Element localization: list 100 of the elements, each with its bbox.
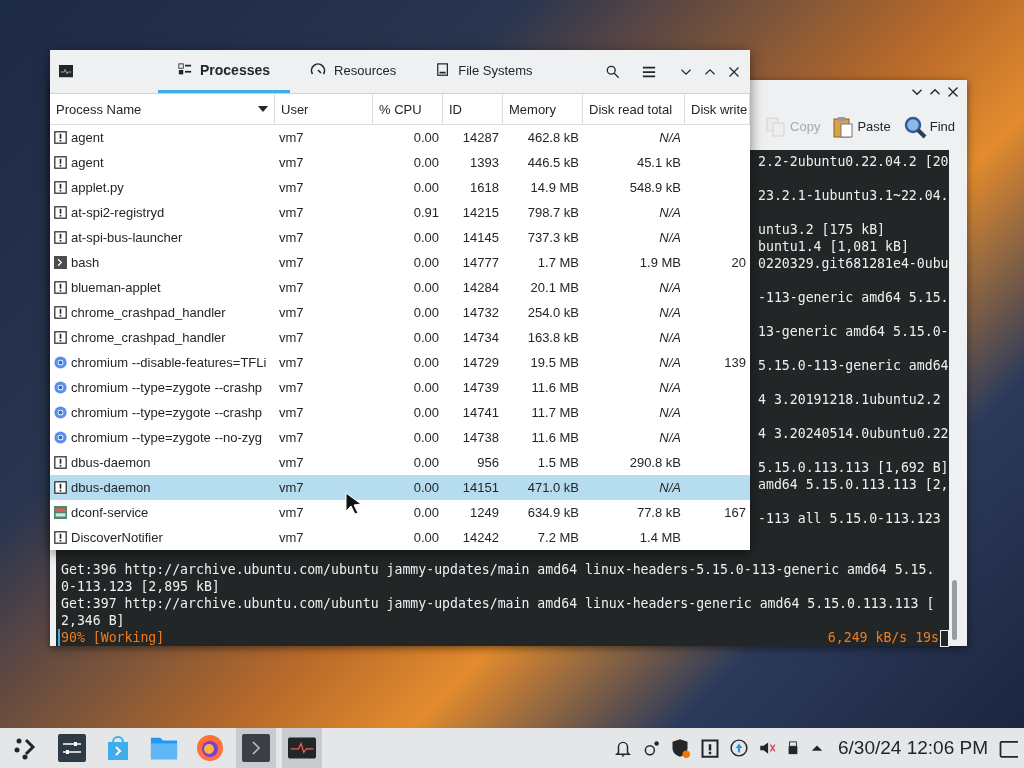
table-cell: 0.91 (413, 205, 439, 220)
table-cell: vm7 (279, 330, 304, 345)
menu-button[interactable] (642, 64, 656, 79)
tab[interactable]: Resources (290, 50, 417, 93)
close-icon (947, 85, 959, 98)
taskbar-app[interactable] (282, 728, 322, 768)
table-cell: 0.00 (413, 530, 439, 545)
progress-status: 90% [Working] (58, 629, 165, 646)
process-name[interactable]: blueman-applet (71, 280, 161, 295)
table-cell: 446.5 kB (527, 155, 579, 170)
process-name[interactable]: chrome_crashpad_handler (71, 305, 226, 320)
process-name[interactable]: dconf-service (71, 505, 149, 520)
close-icon (728, 65, 740, 78)
table-cell: 0.00 (413, 330, 439, 345)
table-cell: vm7 (279, 505, 304, 520)
process-name[interactable]: DiscoverNotifier (71, 530, 163, 545)
sort-arrow-icon (258, 105, 268, 113)
terminal-line: 0220329.git681281e4-0ubu (758, 255, 949, 272)
table-cell: 471.0 kB (527, 480, 579, 495)
table-cell: 254.0 kB (527, 305, 579, 320)
table-cell: vm7 (279, 380, 304, 395)
app-icon (58, 64, 74, 79)
toolbar-button[interactable]: Find (900, 112, 957, 141)
process-name[interactable]: agent (71, 155, 104, 170)
column-header[interactable]: Disk write (685, 94, 750, 125)
column-header[interactable]: Process Name (50, 94, 275, 125)
selected-row[interactable]: dbus-daemon vm7 0.00 14151 471.0 kB N/A (50, 475, 750, 500)
table-cell: vm7 (279, 155, 304, 170)
usb-drive-icon (786, 739, 800, 757)
table-cell: N/A (659, 230, 681, 245)
terminal-line: 5.15.0-113-generic amd64 (758, 357, 949, 374)
table-cell: vm7 (279, 255, 304, 270)
process-name[interactable]: dbus-daemon (71, 455, 151, 470)
table-cell: N/A (659, 130, 681, 145)
table-cell: 462.8 kB (527, 130, 579, 145)
terminal-line: 13-generic amd64 5.15.0- (758, 323, 949, 340)
close-button[interactable] (947, 85, 959, 98)
table-cell: 0.00 (413, 180, 439, 195)
table-cell: N/A (659, 205, 681, 220)
column-header[interactable]: Memory (503, 94, 583, 125)
process-name[interactable]: chrome_crashpad_handler (71, 330, 226, 345)
column-header[interactable]: % CPU (373, 94, 443, 125)
search-button[interactable] (606, 64, 620, 79)
toolbar-button[interactable]: Paste (830, 113, 893, 140)
search-icon (606, 64, 620, 79)
table-cell: 14287 (462, 130, 499, 145)
terminal-line: buntu1.4 [1,081 kB] (758, 238, 910, 255)
warning-icon (54, 156, 67, 169)
terminal-line: 2.2-2ubuntu0.22.04.2 [20 (758, 153, 949, 170)
table-cell: 14242 (462, 530, 499, 545)
browser-icon (196, 734, 224, 762)
terminal-line: Get:396 http://archive.ubuntu.com/ubuntu jammy-updates/main amd64 linux-headers-5.15.0-113-generic amd64 5.15. (61, 561, 936, 578)
process-name[interactable]: agent (71, 130, 104, 145)
table-cell: 0.00 (413, 455, 439, 470)
menu-icon (642, 64, 656, 79)
table-cell: N/A (659, 380, 681, 395)
process-name[interactable]: at-spi-bus-launcher (71, 230, 183, 245)
table-cell: 634.9 kB (527, 505, 579, 520)
table-cell: 139 (724, 355, 746, 370)
table-cell: 11.7 MB (531, 405, 579, 420)
warning-icon (54, 331, 67, 344)
process-name[interactable]: applet.py (71, 180, 124, 195)
table-cell: vm7 (279, 530, 304, 545)
process-name[interactable]: chromium --disable-features=TFLi (71, 355, 267, 370)
terminal-line: 23.2.1-1ubuntu3.1~22.04. (758, 187, 949, 204)
process-name[interactable]: at-spi2-registryd (71, 205, 165, 220)
column-header[interactable]: User (275, 94, 373, 125)
table-cell: 1618 (470, 180, 499, 195)
table-cell: N/A (659, 355, 681, 370)
table-cell: N/A (659, 430, 681, 445)
show-desktop-icon (998, 738, 1018, 758)
table-cell: 1.7 MB (537, 255, 579, 270)
clock[interactable]: 6/30/24 12:06 PM (838, 737, 988, 759)
table-cell: 1.5 MB (537, 455, 579, 470)
process-name[interactable]: chromium --type=zygote --crashp (71, 380, 263, 395)
process-name[interactable]: dbus-daemon (71, 480, 151, 495)
process-name[interactable]: bash (71, 255, 100, 270)
warning-icon (54, 206, 67, 219)
network-icon (642, 739, 660, 757)
table-cell: 798.7 kB (527, 205, 579, 220)
warning-icon (54, 456, 67, 469)
table-cell: 20 (731, 255, 746, 270)
tab[interactable]: Processes (158, 50, 291, 93)
process-name[interactable]: chromium --type=zygote --crashp (71, 405, 263, 420)
table-cell: 956 (477, 455, 499, 470)
table-cell: vm7 (279, 180, 304, 195)
column-header[interactable]: ID (443, 94, 503, 125)
table-cell: 20.1 MB (530, 280, 579, 295)
taskbar-app[interactable] (236, 728, 276, 768)
table-cell: 14739 (462, 380, 499, 395)
browser-icon (54, 381, 67, 394)
table-cell: N/A (659, 280, 681, 295)
process-name[interactable]: chromium --type=zygote --no-zyg (71, 430, 263, 445)
table-cell: 19.5 MB (530, 355, 579, 370)
table-cell: 167 (724, 505, 746, 520)
column-header[interactable]: Disk read total (583, 94, 685, 125)
table-cell: vm7 (279, 405, 304, 420)
table-cell: 0.00 (413, 130, 439, 145)
tab[interactable]: File Systems (416, 50, 553, 93)
close-button[interactable] (728, 65, 740, 78)
